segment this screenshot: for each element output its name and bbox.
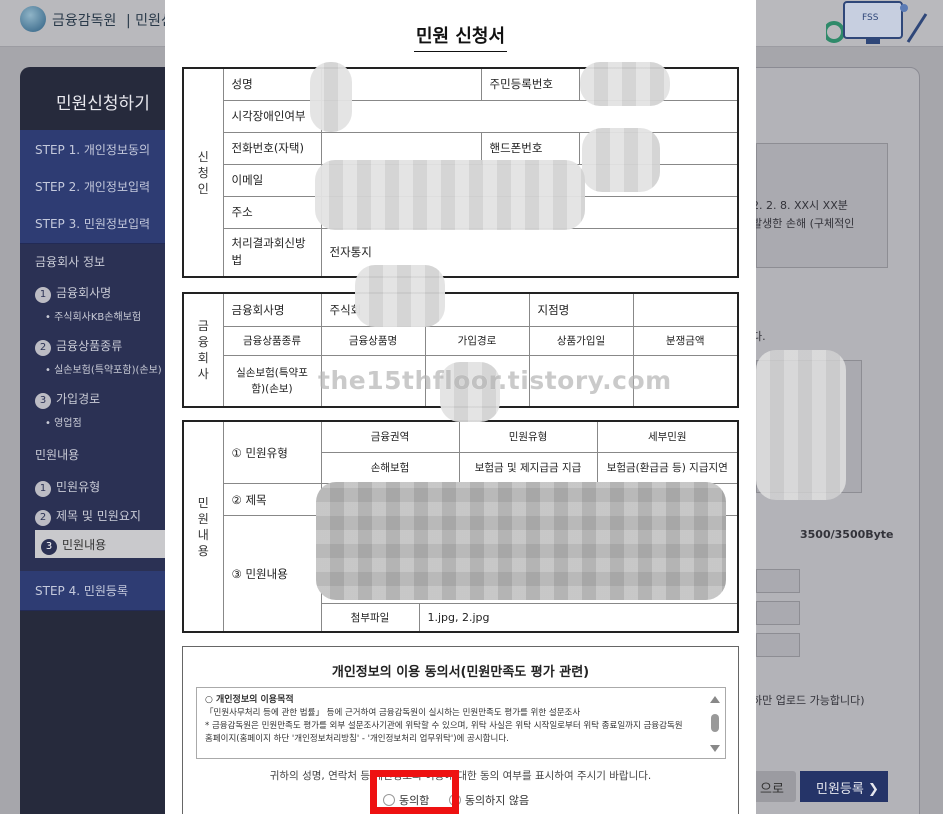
phone-label: 전화번호(자택)	[222, 131, 322, 165]
product-name-header: 금융상품명	[320, 325, 426, 356]
disagree-label: 동의하지 않음	[464, 794, 530, 807]
attachment-label: 첨부파일	[320, 603, 420, 633]
scroll-up-icon[interactable]	[710, 696, 720, 703]
file-input-1[interactable]	[756, 569, 800, 593]
product-type-value: 실손보험(특약포함)(손보)	[222, 354, 322, 408]
notice-text-2: 발생한 손해 (구체적인	[752, 217, 855, 230]
branch-value	[632, 292, 739, 327]
step-1[interactable]: STEP 1. 개인정보동의	[20, 130, 165, 170]
consent-section: 개인정보의 이용 동의서(민원만족도 평가 관련) ○ 개인정보의 이용목적 「…	[182, 646, 739, 814]
fss-computer-icon: FSS	[826, 1, 928, 44]
sector-value: 손해보험	[320, 451, 460, 485]
redacted-email-address	[315, 160, 585, 230]
consent-line-4: 홈페이지(홈페이지 하단 '개인정보처리방침' - '개인정보처리 업무위탁')…	[205, 734, 509, 744]
submenu-detail-company: • 주식회사KB손해보험	[45, 312, 142, 323]
disability-value	[320, 99, 739, 133]
redacted-name	[310, 62, 352, 132]
redacted-rrn	[580, 62, 670, 106]
upload-note: 하만 업로드 가능합니다)	[752, 694, 865, 707]
watermark: the15thfloor.tistory.com	[318, 366, 672, 395]
submenu-item-company[interactable]: 1 금융회사명	[35, 284, 111, 303]
consent-textbox[interactable]: ○ 개인정보의 이용목적 「민원사무처리 등에 관한 법률」 등에 근거하여 금…	[196, 687, 726, 759]
redacted-mobile	[582, 128, 660, 192]
step-4[interactable]: STEP 4. 민원등록	[20, 571, 165, 611]
submenu-item-content-active[interactable]: 3 민원내용	[35, 530, 165, 558]
consent-scrollbar[interactable]	[709, 694, 721, 754]
notice-text-1: 2. 2. 8. XX시 XX분	[752, 199, 848, 212]
dispute-amount-header: 분쟁금액	[632, 325, 739, 356]
disagree-option[interactable]: 동의하지 않음	[448, 794, 530, 807]
scroll-thumb[interactable]	[711, 714, 719, 732]
content-label: ③ 민원내용	[222, 515, 322, 633]
step-3[interactable]: STEP 3. 민원정보입력	[20, 204, 165, 244]
sidebar-title: 민원신청하기	[56, 94, 150, 114]
result-method-label: 처리결과회신방법	[222, 227, 322, 278]
register-button[interactable]: 민원등록 ❯	[800, 771, 888, 802]
byte-counter: 3500/3500Byte	[800, 528, 894, 541]
channel-header: 가입경로	[424, 325, 530, 356]
address-label: 주소	[222, 195, 322, 229]
detail-value: 보험금(환급금 등) 지급지연	[596, 451, 739, 485]
file-input-2[interactable]	[756, 601, 800, 625]
company-name-label: 금융회사명	[222, 292, 322, 327]
complaint-section-label: 민원내용	[182, 420, 224, 633]
sector-header: 금융권역	[320, 420, 460, 453]
consent-line-1: ○ 개인정보의 이용목적	[205, 695, 294, 705]
complaint-header: 민원내용	[35, 448, 80, 462]
branch-label: 지점명	[528, 292, 634, 327]
detail-header: 세부민원	[596, 420, 739, 453]
type-header: 민원유형	[458, 420, 598, 453]
consent-line-2: 「민원사무처리 등에 관한 법률」 등에 근거하여 금융감독원이 실시하는 민원…	[205, 708, 581, 718]
consent-line-3: * 금융감독원은 민원만족도 평가를 외부 설문조사기관에 위탁할 수 있으며,…	[205, 721, 683, 731]
subject-label: ② 제목	[222, 483, 322, 517]
consent-title: 개인정보의 이용 동의서(민원만족도 평가 관련)	[331, 665, 590, 680]
submenu-detail-product: • 실손보험(특약포함)(손보)	[45, 365, 162, 376]
email-label: 이메일	[222, 163, 322, 197]
redacted-company	[355, 265, 445, 327]
company-info-header: 금융회사 정보	[35, 255, 106, 269]
brand-name: 금융감독원	[52, 13, 117, 29]
agree-highlight-box	[370, 770, 459, 814]
complaint-type-label: ① 민원유형	[222, 420, 322, 485]
submenu-item-type[interactable]: 1 민원유형	[35, 478, 100, 497]
step-2[interactable]: STEP 2. 개인정보입력	[20, 167, 165, 207]
scroll-down-icon[interactable]	[710, 745, 720, 752]
rrn-label: 주민등록번호	[480, 67, 580, 101]
product-type-header: 금융상품종류	[222, 325, 322, 356]
file-input-3[interactable]	[756, 633, 800, 657]
consent-message: 귀하의 성명, 연락처 등 개인정보의 이용에 대한 동의 여부를 표시하여 주…	[269, 770, 652, 782]
redacted-complaint-content	[316, 482, 726, 600]
submenu-item-subject[interactable]: 2 제목 및 민원요지	[35, 507, 141, 526]
fss-logo-icon	[20, 6, 46, 32]
submenu-detail-channel: • 영업점	[45, 418, 82, 429]
svg-text:FSS: FSS	[862, 13, 879, 23]
name-label: 성명	[222, 67, 322, 101]
form-title: 민원 신청서	[165, 22, 756, 52]
submenu-item-channel[interactable]: 3 가입경로	[35, 390, 100, 409]
join-date-header: 상품가입일	[528, 325, 634, 356]
redacted-bg-textarea	[756, 350, 846, 500]
applicant-section-label: 신청인	[182, 67, 224, 278]
prev-button[interactable]: 으로	[752, 771, 796, 802]
submenu-item-product[interactable]: 2 금융상품종류	[35, 337, 122, 356]
company-section-label: 금융회사	[182, 292, 224, 408]
disability-label: 시각장애인여부	[222, 99, 322, 133]
attachment-value: 1.jpg, 2.jpg	[418, 603, 739, 633]
type-value: 보험금 및 제지급금 지급	[458, 451, 598, 485]
